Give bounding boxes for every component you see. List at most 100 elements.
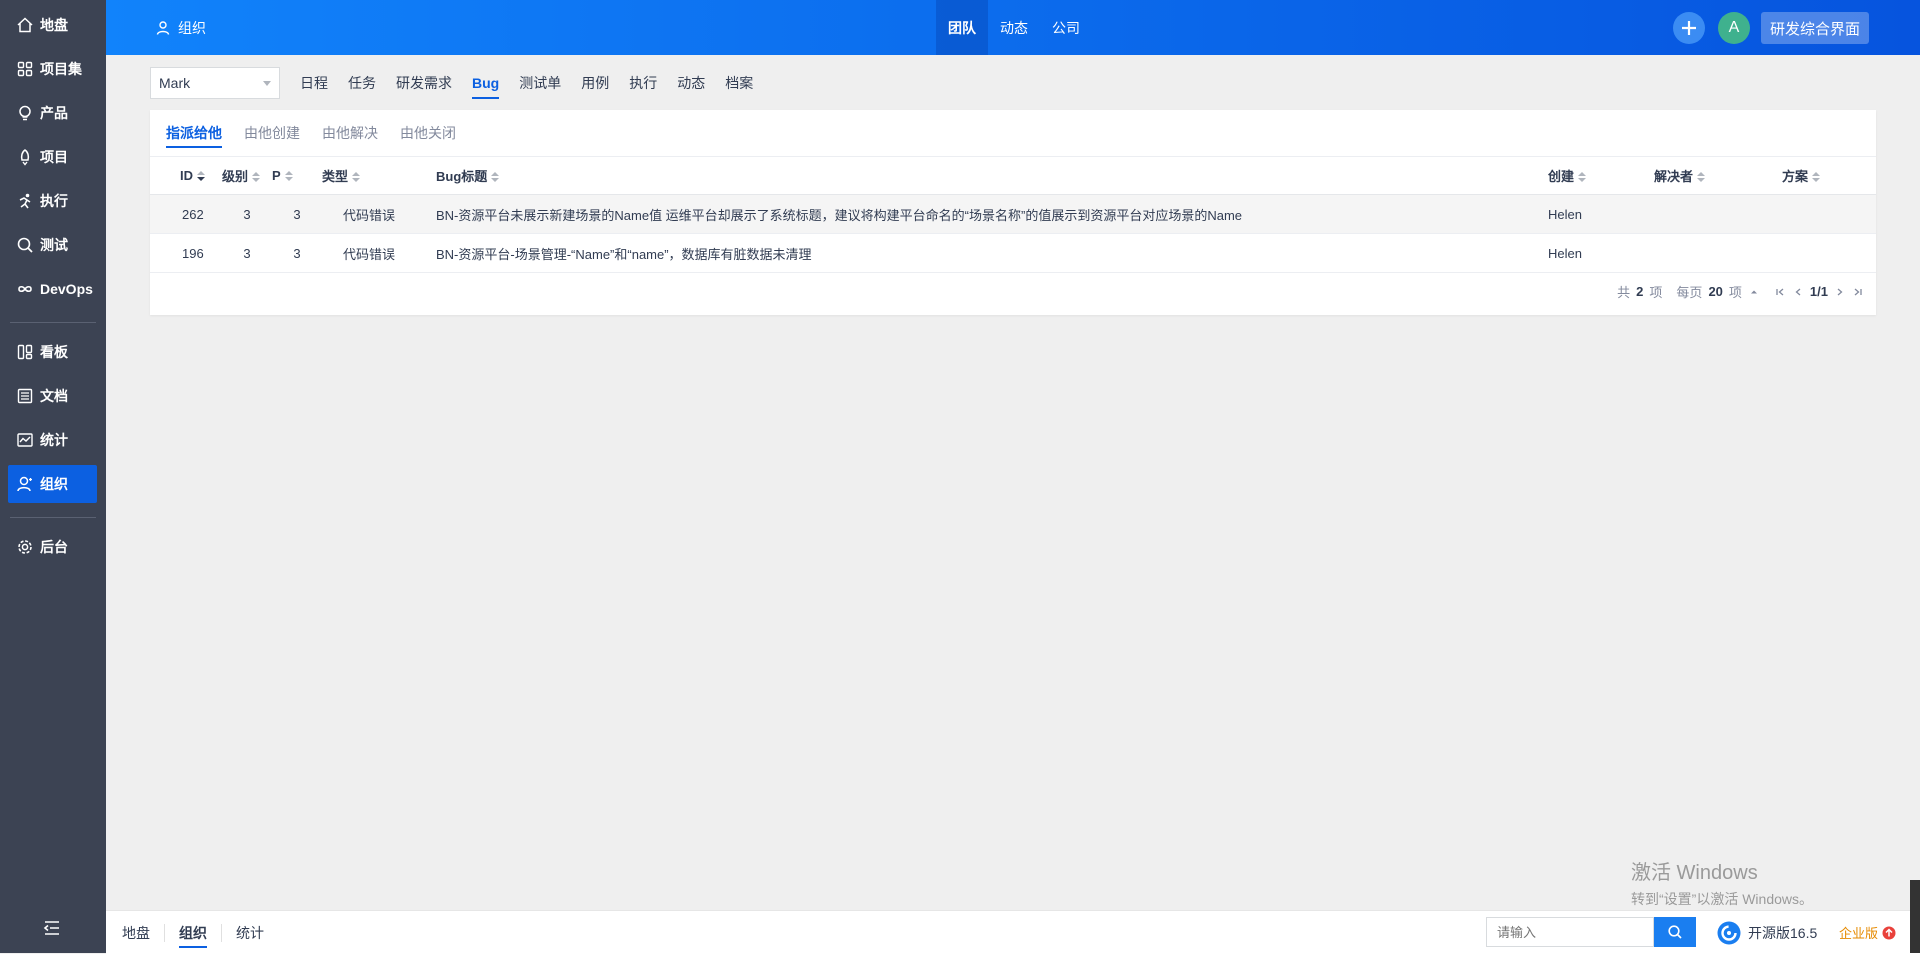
user-select[interactable]: Mark — [150, 67, 280, 99]
magnifier-icon — [17, 237, 33, 253]
user-select-value: Mark — [159, 75, 191, 91]
bug-title-link[interactable]: BN-资源平台未展示新建场景的Name值 运维平台却展示了系统标题，建议将构建平… — [416, 194, 1548, 234]
module-title: 组织 — [156, 0, 206, 55]
ui-switch-button[interactable]: 研发综合界面 — [1761, 12, 1870, 44]
bug-title-link[interactable]: BN-资源平台-场景管理-“Name”和“name”，数据库有脏数据未清理 — [416, 233, 1548, 273]
prev-page-icon[interactable] — [1792, 286, 1804, 298]
sidebar-item-label: 测试 — [40, 237, 68, 253]
tab-resolved-by[interactable]: 由他解决 — [322, 110, 389, 156]
pager-per-page[interactable]: 20 — [1708, 284, 1722, 299]
bug-panel: 指派给他 由他创建 由他解决 由他关闭 ID 级别 P 类型 Bug标题 创建 … — [150, 110, 1876, 315]
sub-nav-testcase[interactable]: 用例 — [571, 67, 619, 99]
breadcrumb-dashboard[interactable]: 地盘 — [122, 923, 165, 942]
top-nav-company[interactable]: 公司 — [1040, 0, 1092, 55]
tab-assigned-to[interactable]: 指派给他 — [166, 110, 233, 156]
create-button[interactable] — [1673, 12, 1705, 44]
bug-resolution — [1764, 194, 1876, 234]
sidebar-item-product[interactable]: 产品 — [8, 94, 97, 132]
sidebar-item-label: 产品 — [40, 105, 68, 121]
table-row[interactable]: 196 3 3 代码错误 BN-资源平台-场景管理-“Name”和“name”，… — [150, 233, 1876, 273]
sidebar-item-doc[interactable]: 文档 — [8, 377, 97, 415]
top-nav: 团队 动态 公司 — [936, 0, 1092, 55]
bug-type: 代码错误 — [322, 233, 416, 273]
table-row[interactable]: 262 3 3 代码错误 BN-资源平台未展示新建场景的Name值 运维平台却展… — [150, 194, 1876, 234]
column-resolver[interactable]: 解决者 — [1652, 157, 1764, 195]
windows-activation-watermark: 激活 Windows 转到“设置”以激活 Windows。 — [1631, 856, 1813, 909]
module-label: 组织 — [178, 19, 206, 36]
home-icon — [17, 17, 33, 33]
breadcrumb-report[interactable]: 统计 — [222, 924, 278, 942]
last-page-icon[interactable] — [1852, 286, 1864, 298]
user-icon — [156, 20, 170, 35]
column-id[interactable]: ID — [150, 157, 222, 195]
column-type[interactable]: 类型 — [322, 157, 416, 195]
enterprise-upgrade-link[interactable]: 企业版 — [1839, 911, 1896, 954]
search-icon — [1668, 925, 1682, 939]
grid-icon — [17, 61, 33, 77]
sidebar-divider — [10, 322, 96, 323]
breadcrumb-company[interactable]: 组织 — [165, 923, 222, 948]
chart-icon — [17, 433, 33, 447]
version-label: 开源版16.5 — [1748, 924, 1818, 941]
next-page-icon[interactable] — [1834, 286, 1846, 298]
sub-nav-dynamic[interactable]: 动态 — [667, 67, 715, 99]
column-resolution[interactable]: 方案 — [1764, 157, 1876, 195]
user-icon — [17, 476, 32, 492]
running-icon — [19, 193, 31, 209]
pager-per-page-suffix: 项 — [1728, 285, 1742, 300]
column-type-label: 类型 — [322, 169, 349, 184]
top-nav-dynamic[interactable]: 动态 — [988, 0, 1040, 55]
column-pri[interactable]: P — [272, 157, 322, 195]
sidebar-item-label: 看板 — [40, 344, 68, 360]
column-creator[interactable]: 创建 — [1548, 157, 1652, 195]
bug-creator: Helen — [1548, 194, 1652, 234]
sidebar-item-kanban[interactable]: 看板 — [8, 333, 97, 371]
kanban-icon — [17, 344, 33, 360]
sidebar-item-test[interactable]: 测试 — [8, 226, 97, 264]
sub-nav-execution[interactable]: 执行 — [619, 67, 667, 99]
bug-id-link[interactable]: 262 — [150, 194, 222, 234]
sub-nav-testtask[interactable]: 测试单 — [509, 67, 571, 99]
document-icon — [17, 388, 33, 404]
sort-icon — [284, 171, 293, 182]
sidebar-item-label: 后台 — [40, 539, 68, 555]
search-button[interactable] — [1654, 917, 1696, 947]
bug-table: ID 级别 P 类型 Bug标题 创建 解决者 方案 262 3 3 代码错误 … — [150, 157, 1876, 273]
sidebar-item-company[interactable]: 组织 — [8, 465, 97, 503]
sort-icon — [352, 172, 361, 183]
sub-nav-profile[interactable]: 档案 — [715, 67, 763, 99]
version-info[interactable]: 开源版16.5 — [1716, 911, 1817, 954]
sub-nav-task[interactable]: 任务 — [338, 67, 386, 99]
bug-resolver — [1652, 233, 1764, 273]
top-nav-team[interactable]: 团队 — [936, 0, 988, 55]
sidebar-item-dashboard[interactable]: 地盘 — [8, 6, 97, 44]
sub-nav-bug[interactable]: Bug — [462, 67, 509, 99]
table-header-row: ID 级别 P 类型 Bug标题 创建 解决者 方案 — [150, 157, 1876, 195]
breadcrumb: 地盘 组织 统计 — [122, 911, 278, 954]
sidebar: 地盘 项目集 产品 项目 执行 测试 DevOps 看板 文档 统计 组织 后台 — [0, 0, 106, 953]
bug-id-link[interactable]: 196 — [150, 233, 222, 273]
sort-icon — [1697, 172, 1706, 183]
bug-filter-tabs: 指派给他 由他创建 由他解决 由他关闭 — [166, 110, 478, 156]
collapse-menu-icon[interactable] — [42, 918, 62, 938]
first-page-icon[interactable] — [1774, 286, 1786, 298]
sidebar-item-project[interactable]: 项目 — [8, 138, 97, 176]
column-title[interactable]: Bug标题 — [416, 157, 1548, 195]
sidebar-item-report[interactable]: 统计 — [8, 421, 97, 459]
sub-nav-schedule[interactable]: 日程 — [290, 67, 338, 99]
sidebar-item-execution[interactable]: 执行 — [8, 182, 97, 220]
sub-nav-story[interactable]: 研发需求 — [386, 67, 462, 99]
sidebar-item-devops[interactable]: DevOps — [8, 270, 97, 308]
watermark-hint: 转到“设置”以激活 Windows。 — [1631, 891, 1814, 907]
sidebar-item-label: 组织 — [40, 476, 68, 492]
infinity-icon — [18, 285, 32, 293]
sidebar-item-program[interactable]: 项目集 — [8, 50, 97, 88]
sidebar-item-admin[interactable]: 后台 — [8, 528, 97, 566]
column-severity[interactable]: 级别 — [222, 157, 272, 195]
tab-opened-by[interactable]: 由他创建 — [244, 110, 311, 156]
search-input[interactable] — [1486, 917, 1654, 947]
tab-closed-by[interactable]: 由他关闭 — [400, 110, 467, 156]
caret-up-icon[interactable] — [1748, 286, 1760, 298]
enterprise-label: 企业版 — [1839, 926, 1879, 941]
avatar[interactable]: A — [1718, 12, 1750, 44]
